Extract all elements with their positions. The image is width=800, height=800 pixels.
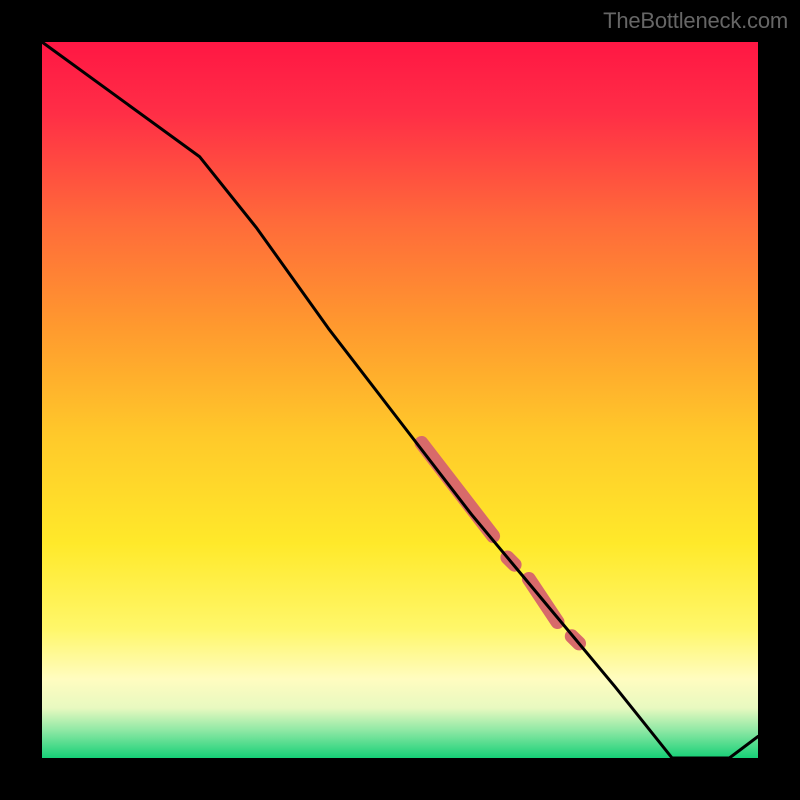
chart-lines	[42, 42, 758, 758]
plot-area	[42, 42, 758, 758]
main-curve	[42, 42, 758, 758]
watermark-text: TheBottleneck.com	[603, 8, 788, 34]
highlight-segment	[422, 443, 494, 536]
chart-frame: TheBottleneck.com	[0, 0, 800, 800]
